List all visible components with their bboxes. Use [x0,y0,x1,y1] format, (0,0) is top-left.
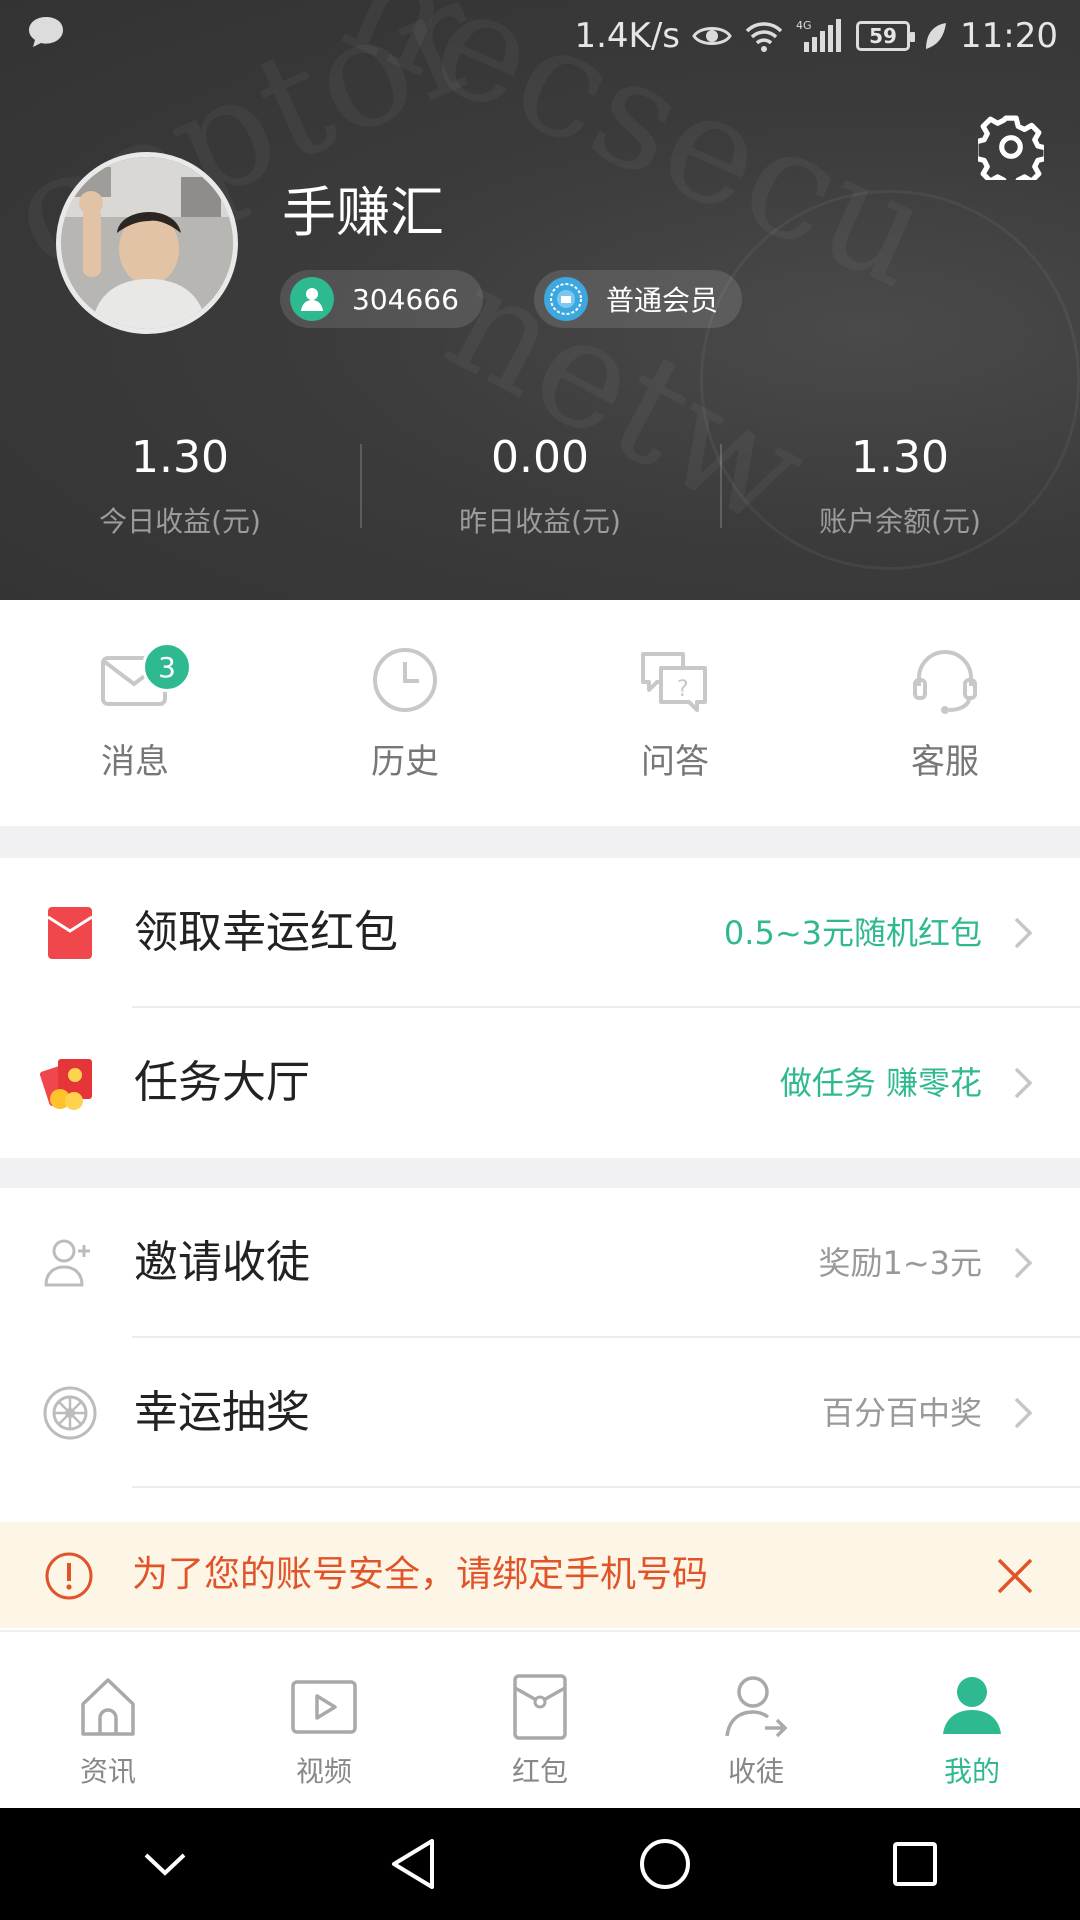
chevron-down-icon[interactable] [130,1829,200,1899]
profile-icon [943,1677,1001,1734]
stat-label: 昨日收益(元) [459,505,621,538]
quick-action-qa[interactable]: ? 问答 [540,600,810,826]
earnings-stats: 1.30 今日收益(元) 0.00 昨日收益(元) 1.30 账户余额(元) [0,430,1080,560]
stat-label: 账户余额(元) [819,505,981,538]
quick-action-history[interactable]: 历史 [270,600,540,826]
headset-icon [913,650,977,714]
membership-pill[interactable]: 普通会员 [534,270,743,328]
bottom-tab-bar: 资讯 视频 红包 收徒 我的 [0,1630,1080,1808]
membership-level: 普通会员 [606,284,719,317]
menu-title: 幸运抽奖 [134,1387,310,1438]
tab-label: 红包 [511,1755,568,1788]
battery-indicator: 59 [856,21,916,51]
wheel-icon [43,1386,97,1440]
home-button-icon[interactable] [630,1829,700,1899]
qa-icon: ? [641,652,707,712]
quick-action-messages[interactable]: 3 消息 [0,600,270,826]
eye-icon [692,27,732,45]
wifi-icon [745,22,783,52]
user-icon [290,277,334,321]
leaf-icon [926,23,947,49]
tab-mine[interactable]: 我的 [864,1632,1080,1808]
member-badge-icon [544,277,588,321]
tab-label: 视频 [295,1755,352,1788]
quick-action-label: 问答 [641,742,709,782]
section-gap [0,1158,1080,1188]
clock-icon [373,648,437,712]
menu-title: 邀请收徒 [134,1237,310,1288]
bind-phone-notice[interactable]: 为了您的账号安全，请绑定手机号码 [0,1522,1080,1628]
menu-hint: 奖励1~3元 [818,1244,982,1282]
username: 手赚汇 [282,181,444,244]
invite-user-icon [44,1239,90,1287]
stat-yesterday-earnings[interactable]: 0.00 昨日收益(元) [360,430,720,560]
tab-label: 资讯 [79,1755,136,1788]
avatar[interactable] [56,152,238,334]
clock-time: 11:20 [960,16,1058,56]
notice-text: 为了您的账号安全，请绑定手机号码 [132,1554,709,1595]
quick-action-label: 消息 [101,742,169,782]
task-gift-icon [40,1059,92,1110]
menu-task-hall[interactable]: 任务大厅 做任务 赚零花 [0,1008,1080,1158]
menu-title: 任务大厅 [134,1057,310,1108]
quick-action-label: 客服 [911,742,979,782]
stat-value: 1.30 [131,432,229,483]
settings-gear-icon[interactable] [978,114,1044,180]
user-id-pill: 304666 [280,270,483,328]
menu-invite-disciples[interactable]: 邀请收徒 奖励1~3元 [0,1188,1080,1338]
menu-title: 领取幸运红包 [134,907,398,958]
red-envelope-icon [47,907,93,959]
stat-today-earnings[interactable]: 1.30 今日收益(元) [0,430,360,560]
tab-label: 收徒 [727,1755,784,1788]
tab-video[interactable]: 视频 [216,1632,432,1808]
stat-value: 1.30 [851,432,949,483]
tab-red-packet[interactable]: 红包 [432,1632,648,1808]
tab-news[interactable]: 资讯 [0,1632,216,1808]
red-packet-icon [513,1674,567,1740]
section-gap [0,826,1080,858]
unread-badge: 3 [142,642,192,692]
menu-hint: 0.5~3元随机红包 [723,914,982,952]
menu-hint: 百分百中奖 [821,1394,982,1432]
alert-icon [45,1552,93,1600]
divider [132,1486,1080,1488]
disciple-icon [725,1676,788,1738]
network-type: 4G [796,19,812,32]
chevron-right-icon [1014,1247,1033,1279]
stat-value: 0.00 [491,432,589,483]
profile-header: ceptor necsecu netw 1.4K/s 4G 59 11:20 [0,0,1080,600]
user-id: 304666 [352,282,459,316]
status-bar: 1.4K/s 4G 59 11:20 [0,0,1080,72]
network-speed: 1.4K/s [574,16,681,56]
svg-text:?: ? [677,677,689,702]
recent-apps-icon[interactable] [880,1829,950,1899]
menu-hint: 做任务 赚零花 [779,1064,982,1102]
quick-action-support[interactable]: 客服 [810,600,1080,826]
chevron-right-icon [1014,1067,1033,1099]
tab-label: 我的 [943,1755,1000,1788]
close-icon[interactable] [996,1557,1034,1595]
stat-account-balance[interactable]: 1.30 账户余额(元) [720,430,1080,560]
signal-icon: 4G [796,19,842,52]
video-icon [291,1680,357,1734]
chevron-right-icon [1014,917,1033,949]
menu-lucky-draw[interactable]: 幸运抽奖 百分百中奖 [0,1338,1080,1488]
stat-label: 今日收益(元) [99,505,261,538]
quick-actions: 3 消息 历史 ? 问答 客服 [0,600,1080,826]
home-icon [81,1678,135,1736]
tab-disciples[interactable]: 收徒 [648,1632,864,1808]
chevron-right-icon [1014,1397,1033,1429]
system-navigation-bar [0,1808,1080,1920]
quick-action-label: 历史 [371,742,439,782]
chat-notification-icon [26,14,66,59]
back-icon[interactable] [380,1829,450,1899]
menu-lucky-red-envelope[interactable]: 领取幸运红包 0.5~3元随机红包 [0,858,1080,1008]
